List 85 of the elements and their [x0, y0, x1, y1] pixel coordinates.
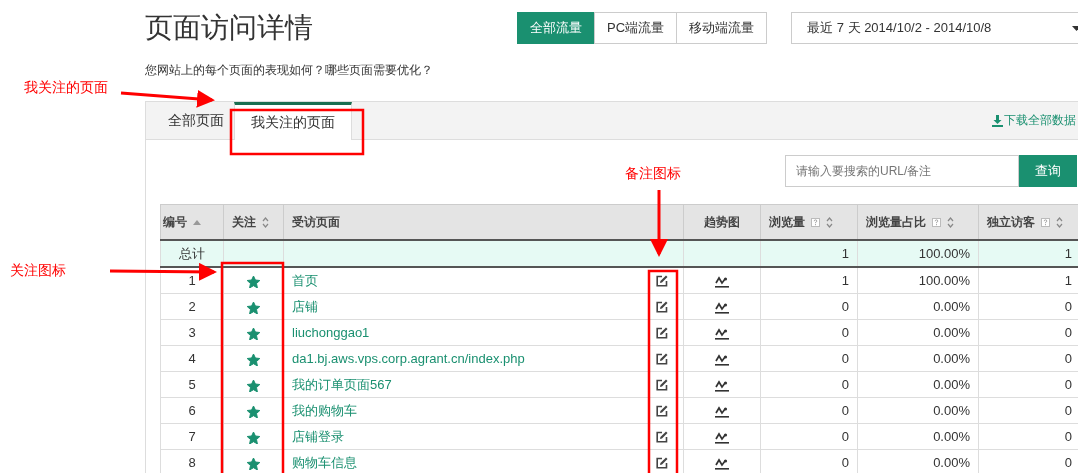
edit-note-icon[interactable] [656, 379, 668, 391]
table-cell: 0.00% [857, 423, 979, 450]
page-link[interactable]: 店铺登录 [292, 428, 344, 444]
edit-note-icon[interactable] [656, 301, 668, 313]
edit-note-icon[interactable] [656, 327, 668, 339]
column-header[interactable]: 关注 [223, 204, 284, 240]
table-cell: 0 [760, 293, 858, 320]
star-icon[interactable] [247, 275, 260, 288]
star-icon[interactable] [247, 405, 260, 418]
table-cell: 8 [160, 449, 224, 473]
edit-note-icon[interactable] [656, 457, 668, 469]
annotation-arrow [650, 190, 668, 257]
search-field[interactable]: 请输入要搜索的URL/备注 [785, 155, 1019, 187]
table-cell: 1 [978, 240, 1078, 267]
search-button[interactable]: 查询 [1019, 155, 1077, 187]
table-cell: 0.00% [857, 371, 979, 398]
annotation-label: 备注图标 [625, 165, 681, 183]
page-tab[interactable]: 我关注的页面 [234, 102, 352, 140]
table-cell: 3 [160, 319, 224, 346]
column-header: 趋势图 [683, 204, 761, 240]
table-cell: 1 [760, 267, 858, 294]
page-link[interactable]: liuchonggao1 [292, 325, 370, 340]
trend-chart-icon[interactable] [715, 431, 729, 445]
column-header: 受访页面 [283, 204, 684, 240]
table-cell: 0.00% [857, 319, 979, 346]
caret-icon [1072, 25, 1078, 31]
trend-chart-icon[interactable] [715, 301, 729, 315]
table-cell: 100.00% [857, 240, 979, 267]
table-cell: 6 [160, 397, 224, 424]
star-icon[interactable] [247, 431, 260, 444]
page-link[interactable]: 我的订单页面567 [292, 376, 392, 392]
table-cell: 0 [760, 345, 858, 372]
annotation-label: 我关注的页面 [24, 79, 108, 97]
page-link[interactable]: 购物车信息 [292, 454, 357, 470]
table-cell: 4 [160, 345, 224, 372]
download-icon [992, 114, 1003, 127]
page-link[interactable]: 首页 [292, 272, 318, 288]
trend-chart-icon[interactable] [715, 457, 729, 471]
star-icon[interactable] [247, 457, 260, 470]
table-cell: 100.00% [857, 267, 979, 294]
page-tab[interactable]: 全部页面 [158, 103, 234, 139]
table-cell: 1 [160, 267, 224, 294]
star-icon[interactable] [247, 353, 260, 366]
annotation-label: 关注图标 [10, 262, 66, 280]
table-cell: 2 [160, 293, 224, 320]
table-cell: 0 [760, 319, 858, 346]
column-header[interactable]: 浏览量占比 [857, 204, 979, 240]
column-header[interactable]: 独立访客 [978, 204, 1078, 240]
table-cell: 7 [160, 423, 224, 450]
table-cell: 总计 [160, 240, 224, 267]
column-header[interactable]: 浏览量 [760, 204, 858, 240]
sort-icon[interactable] [1056, 216, 1063, 228]
date-range-dropdown[interactable]: 最近 7 天 2014/10/2 - 2014/10/8 [791, 12, 1078, 44]
page-link[interactable]: 店铺 [292, 298, 318, 314]
table-cell: 0.00% [857, 397, 979, 424]
table-cell: 1 [760, 240, 858, 267]
subtitle: 您网站上的每个页面的表现如何？哪些页面需要优化？ [145, 62, 434, 78]
table-cell: 5 [160, 371, 224, 398]
sort-icon[interactable] [826, 216, 833, 228]
table-cell: 0 [760, 371, 858, 398]
table-cell: 0 [760, 423, 858, 450]
edit-note-icon[interactable] [656, 431, 668, 443]
trend-chart-icon[interactable] [715, 379, 729, 393]
star-icon[interactable] [247, 327, 260, 340]
page-title: 页面访问详情 [145, 12, 314, 44]
star-icon[interactable] [247, 301, 260, 314]
traffic-tab[interactable]: PC端流量 [594, 12, 678, 44]
traffic-tab[interactable]: 全部流量 [517, 12, 595, 44]
star-icon[interactable] [247, 379, 260, 392]
traffic-tab[interactable]: 移动端流量 [676, 12, 768, 44]
table-cell: 0.00% [857, 293, 979, 320]
table-cell: 0 [760, 397, 858, 424]
trend-chart-icon[interactable] [715, 275, 729, 289]
edit-note-icon[interactable] [656, 405, 668, 417]
edit-note-icon[interactable] [656, 275, 668, 287]
trend-chart-icon[interactable] [715, 405, 729, 419]
sort-icon[interactable] [947, 216, 954, 228]
column-header[interactable]: 编号 [160, 204, 224, 240]
page-link[interactable]: 我的购物车 [292, 402, 357, 418]
trend-chart-icon[interactable] [715, 353, 729, 367]
edit-note-icon[interactable] [656, 353, 668, 365]
table-cell: 0.00% [857, 345, 979, 372]
download-link[interactable]: 下载全部数据 [992, 112, 1076, 129]
trend-chart-icon[interactable] [715, 327, 729, 341]
sort-icon[interactable] [262, 216, 269, 228]
